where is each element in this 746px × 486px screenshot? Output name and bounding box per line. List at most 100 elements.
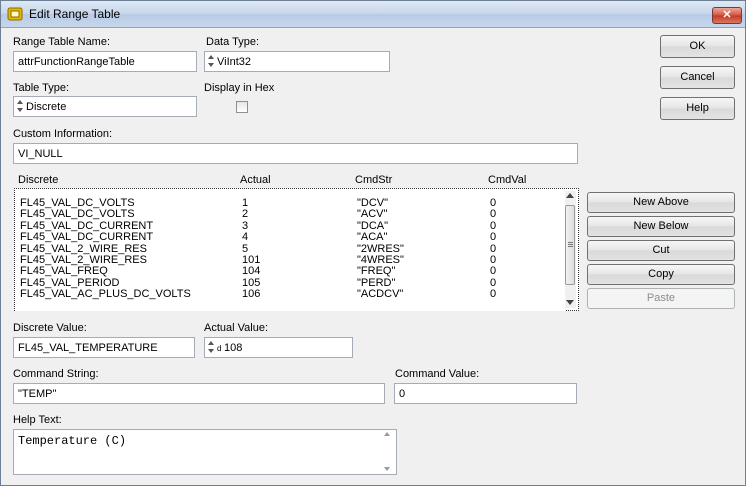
actual-cell: 3: [242, 219, 249, 232]
cmdval-cell: 0: [490, 197, 497, 209]
cmdstr-cell: "PERD": [357, 276, 396, 289]
actual-cell: 1: [242, 197, 249, 209]
column-header-discrete: Discrete: [18, 174, 59, 186]
actual-value-input[interactable]: d 108: [204, 337, 353, 358]
ok-button[interactable]: OK: [660, 35, 735, 58]
cut-button[interactable]: Cut: [587, 240, 735, 261]
cmdval-cell: 0: [490, 276, 497, 289]
help-scroll-up-icon[interactable]: [384, 432, 390, 436]
command-value-label: Command Value:: [395, 368, 480, 380]
help-text-area[interactable]: Temperature (C): [13, 429, 397, 475]
range-table-name-input[interactable]: attrFunctionRangeTable: [13, 51, 197, 72]
cmdval-cell: 0: [490, 231, 497, 244]
help-scroll-down-icon[interactable]: [384, 467, 390, 471]
cmdval-cell: 0: [490, 242, 497, 255]
cmdstr-cell: "FREQ": [357, 265, 396, 278]
cmdval-cell: 0: [490, 208, 497, 221]
cmdstr-cell: "2WRES": [357, 242, 404, 255]
range-table-rows: FL45_VAL_DC_VOLTS 1 "DCV" 0 FL45_VAL_DC_VOLT…: [16, 190, 566, 311]
actual-value-label: Actual Value:: [204, 322, 269, 334]
column-header-actual: Actual: [240, 174, 271, 186]
display-in-hex-label: Display in Hex: [204, 82, 275, 94]
actual-cell: 4: [242, 231, 249, 244]
paste-button-label: Paste: [646, 292, 676, 304]
actual-cell: 104: [242, 265, 261, 278]
cmdstr-cell: "DCA": [357, 219, 389, 232]
data-type-ring[interactable]: ViInt32: [204, 51, 390, 72]
table-type-ring[interactable]: Discrete: [13, 96, 197, 117]
paste-button[interactable]: Paste: [587, 288, 735, 309]
actual-cell: 105: [242, 276, 261, 289]
discrete-cell: FL45_VAL_AC_PLUS_DC_VOLTS: [20, 288, 191, 301]
data-type-spinner-icon[interactable]: [207, 54, 215, 70]
cmdval-cell: 0: [490, 265, 497, 278]
cancel-button[interactable]: Cancel: [660, 66, 735, 89]
column-header-cmdval: CmdVal: [488, 174, 527, 186]
actual-value-radix: d: [217, 344, 222, 353]
cancel-button-label: Cancel: [680, 71, 715, 83]
app-icon: [7, 7, 23, 21]
list-scrollbar[interactable]: [565, 191, 576, 308]
table-type-label: Table Type:: [13, 82, 70, 94]
actual-value-spinner-icon[interactable]: [207, 340, 215, 356]
new-below-button-label: New Below: [633, 220, 689, 232]
data-type-value: ViInt32: [217, 56, 252, 68]
scroll-thumb[interactable]: [565, 205, 575, 285]
column-header-cmdstr: CmdStr: [355, 174, 393, 186]
discrete-cell: FL45_VAL_DC_VOLTS: [20, 208, 135, 221]
discrete-value-value: FL45_VAL_TEMPERATURE: [18, 342, 158, 354]
command-string-input[interactable]: "TEMP": [13, 383, 385, 404]
command-value-value: 0: [399, 388, 406, 400]
cmdstr-cell: "4WRES": [357, 254, 404, 266]
table-type-spinner-icon[interactable]: [16, 99, 24, 115]
display-in-hex-checkbox[interactable]: [236, 101, 248, 113]
help-text-value: Temperature (C): [18, 434, 127, 448]
close-icon: ✕: [722, 9, 732, 21]
copy-button[interactable]: Copy: [587, 264, 735, 285]
cmdval-cell: 0: [490, 288, 497, 301]
range-table-list[interactable]: FL45_VAL_DC_VOLTS 1 "DCV" 0 FL45_VAL_DC_VOLT…: [14, 188, 579, 311]
new-above-button-label: New Above: [633, 196, 689, 208]
actual-cell: 101: [242, 254, 261, 266]
dialog-window: Edit Range Table ✕ Range Table Name: att…: [0, 0, 746, 486]
close-button[interactable]: ✕: [712, 7, 742, 24]
command-value-input[interactable]: 0: [394, 383, 577, 404]
actual-value-value: 108: [224, 342, 243, 354]
cmdstr-cell: "DCV": [357, 197, 389, 209]
actual-cell: 5: [242, 242, 249, 255]
discrete-cell: FL45_VAL_2_WIRE_RES: [20, 254, 147, 266]
window-title: Edit Range Table: [29, 7, 121, 21]
table-type-value: Discrete: [26, 101, 67, 113]
discrete-cell: FL45_VAL_DC_CURRENT: [20, 231, 154, 244]
actual-cell: 106: [242, 288, 261, 301]
scroll-up-icon[interactable]: [566, 193, 574, 198]
cmdstr-cell: "ACA": [357, 231, 388, 244]
discrete-cell: FL45_VAL_DC_VOLTS: [20, 197, 135, 209]
help-button-label: Help: [686, 102, 709, 114]
cmdstr-cell: "ACV": [357, 208, 388, 221]
cmdstr-cell: "ACDCV": [357, 288, 404, 301]
cut-button-label: Cut: [652, 244, 670, 256]
discrete-value-input[interactable]: FL45_VAL_TEMPERATURE: [13, 337, 195, 358]
discrete-value-label: Discrete Value:: [13, 322, 87, 334]
discrete-cell: FL45_VAL_PERIOD: [20, 276, 120, 289]
command-string-label: Command String:: [13, 368, 99, 380]
new-above-button[interactable]: New Above: [587, 192, 735, 213]
discrete-cell: FL45_VAL_2_WIRE_RES: [20, 242, 147, 255]
cmdval-cell: 0: [490, 254, 497, 266]
new-below-button[interactable]: New Below: [587, 216, 735, 237]
help-text-label: Help Text:: [13, 414, 62, 426]
ok-button-label: OK: [689, 40, 706, 52]
cmdval-cell: 0: [490, 219, 497, 232]
copy-button-label: Copy: [648, 268, 674, 280]
title-bar[interactable]: Edit Range Table ✕: [1, 1, 745, 28]
range-table-name-value: attrFunctionRangeTable: [18, 56, 135, 68]
help-button[interactable]: Help: [660, 97, 735, 120]
data-type-label: Data Type:: [206, 36, 259, 48]
actual-cell: 2: [242, 208, 249, 221]
command-string-value: "TEMP": [18, 388, 57, 400]
range-table-name-label: Range Table Name:: [13, 36, 111, 48]
custom-information-input[interactable]: VI_NULL: [13, 143, 578, 164]
discrete-cell: FL45_VAL_FREQ: [20, 265, 108, 278]
scroll-down-icon[interactable]: [566, 300, 574, 305]
